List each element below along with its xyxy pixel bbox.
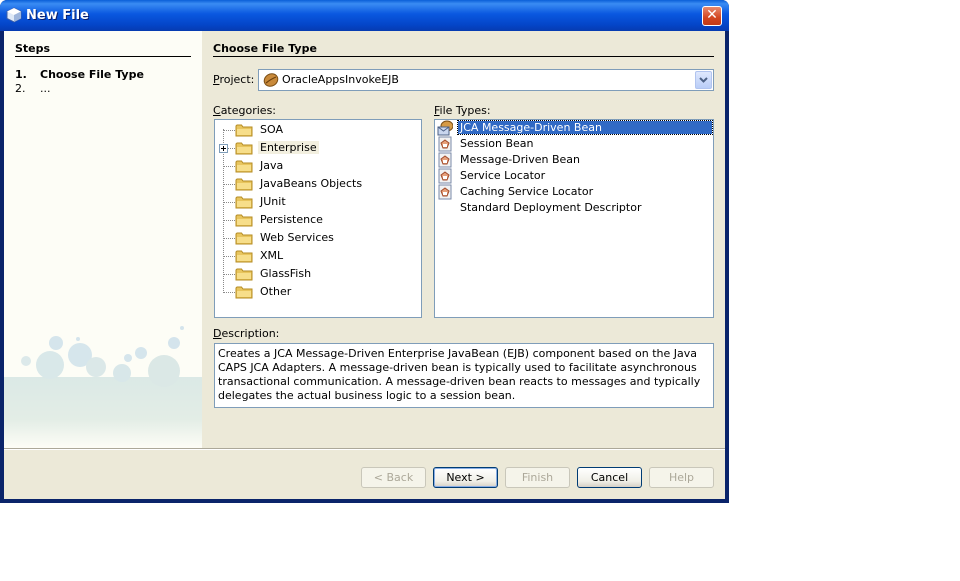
category-item[interactable]: Persistence — [215, 211, 421, 229]
category-item[interactable]: Web Services — [215, 229, 421, 247]
category-item[interactable]: JavaBeans Objects — [215, 175, 421, 193]
steps-divider — [15, 56, 191, 57]
category-item[interactable]: XML — [215, 247, 421, 265]
close-icon: ✕ — [706, 7, 718, 23]
file-type-item[interactable]: Message-Driven Bean — [435, 152, 713, 168]
categories-tree[interactable]: SOA Enterprise Java JavaBeans Objects JUnit P… — [214, 119, 422, 318]
description-text: Creates a JCA Message-Driven Enterprise … — [214, 343, 714, 408]
tree-guide-line — [223, 274, 235, 275]
project-select[interactable]: OracleAppsInvokeEJB — [258, 69, 714, 91]
category-label: JavaBeans Objects — [260, 177, 363, 190]
project-value: OracleAppsInvokeEJB — [282, 73, 399, 86]
tree-guide-line — [223, 220, 235, 221]
title-divider — [213, 56, 714, 57]
footer-divider-highlight — [4, 449, 725, 450]
project-label: Project: — [213, 73, 255, 86]
step-item: 2.... — [15, 82, 51, 95]
finish-button[interactable]: Finish — [505, 467, 570, 488]
file-type-item[interactable]: JCA Message-Driven Bean — [435, 120, 713, 136]
ejb-icon — [438, 136, 452, 152]
ejb-icon — [438, 184, 452, 200]
step-number: 2. — [15, 82, 26, 95]
title-bar[interactable]: New File ✕ — [0, 0, 729, 31]
help-button[interactable]: Help — [649, 467, 714, 488]
window-title: New File — [26, 8, 89, 23]
category-label: Enterprise — [258, 141, 319, 154]
folder-icon — [235, 178, 253, 191]
category-label: SOA — [260, 123, 283, 136]
step-label: ... — [40, 82, 51, 95]
category-label: JUnit — [260, 195, 286, 208]
tree-guide-line — [223, 292, 235, 293]
description-label: Description: — [213, 327, 280, 340]
file-types-list[interactable]: JCA Message-Driven Bean Session Bean Messa… — [434, 119, 714, 318]
netbeans-cube-icon — [6, 7, 22, 23]
categories-label: Categories: — [213, 104, 277, 117]
ejb-icon — [438, 152, 452, 168]
coffee-bean-icon — [263, 73, 279, 87]
tree-guide-line — [223, 238, 235, 239]
expand-plus-icon[interactable] — [219, 144, 228, 153]
step-label: Choose File Type — [40, 68, 144, 81]
folder-icon — [235, 286, 253, 299]
chevron-down-icon — [699, 77, 708, 83]
next-button[interactable]: Next > — [433, 467, 498, 488]
file-type-item[interactable]: Session Bean — [435, 136, 713, 152]
ejb-icon — [438, 168, 452, 184]
category-item[interactable]: JUnit — [215, 193, 421, 211]
cancel-button[interactable]: Cancel — [577, 467, 642, 488]
project-dropdown-button[interactable] — [695, 71, 712, 89]
file-type-label: Session Bean — [460, 137, 534, 150]
steps-panel: Steps 1. Choose File Type 2.... — [4, 31, 202, 448]
tree-guide-line — [223, 256, 235, 257]
category-label: XML — [260, 249, 284, 262]
folder-icon — [235, 214, 253, 227]
decorative-bubbles-image — [4, 326, 202, 448]
new-file-dialog: New File ✕ Steps 1. Choose File Type 2. … — [0, 0, 729, 503]
close-button[interactable]: ✕ — [702, 6, 722, 26]
page-title: Choose File Type — [213, 42, 317, 55]
dialog-body: Steps 1. Choose File Type 2.... Choose Fi… — [4, 31, 725, 499]
file-type-label: JCA Message-Driven Bean — [457, 120, 713, 135]
folder-icon — [235, 232, 253, 245]
category-item[interactable]: SOA — [215, 121, 421, 139]
file-type-label: Service Locator — [460, 169, 546, 182]
back-button[interactable]: < Back — [361, 467, 426, 488]
category-item[interactable]: Java — [215, 157, 421, 175]
folder-icon — [235, 196, 253, 209]
file-type-label: Caching Service Locator — [460, 185, 594, 198]
category-item[interactable]: Enterprise — [215, 139, 421, 157]
jca-bean-icon — [437, 120, 453, 136]
tree-guide-line — [223, 202, 235, 203]
tree-guide-line — [223, 184, 235, 185]
file-type-item[interactable]: Caching Service Locator — [435, 184, 713, 200]
steps-heading: Steps — [15, 42, 51, 55]
tree-guide-line — [223, 130, 235, 131]
category-label: Other — [260, 285, 292, 298]
tree-guide-line — [223, 166, 235, 167]
folder-icon — [235, 142, 253, 155]
category-label: Java — [260, 159, 284, 172]
file-type-label: Standard Deployment Descriptor — [460, 201, 642, 214]
category-label: Persistence — [260, 213, 323, 226]
folder-icon — [235, 250, 253, 263]
step-item-current: 1. Choose File Type — [15, 68, 144, 81]
category-label: GlassFish — [260, 267, 312, 280]
folder-icon — [235, 160, 253, 173]
category-item[interactable]: Other — [215, 283, 421, 301]
category-item[interactable]: GlassFish — [215, 265, 421, 283]
folder-icon — [235, 124, 253, 137]
file-type-item[interactable]: Standard Deployment Descriptor — [435, 200, 713, 216]
file-type-item[interactable]: Service Locator — [435, 168, 713, 184]
file-types-label: File Types: — [434, 104, 491, 117]
folder-icon — [235, 268, 253, 281]
category-label: Web Services — [260, 231, 334, 244]
step-number: 1. — [15, 68, 27, 81]
file-type-label: Message-Driven Bean — [460, 153, 581, 166]
